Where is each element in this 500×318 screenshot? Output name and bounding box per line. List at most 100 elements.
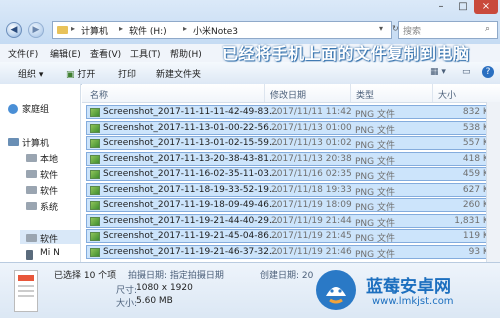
breadcrumb[interactable]: ▸ 计算机 ▸ 软件 (H:) ▸ 小米Note3 ▾ <box>52 21 392 39</box>
file-date: 2017/11/19 21:45 <box>271 231 352 241</box>
file-date: 2017/11/19 21:46 <box>271 246 352 257</box>
selection-count: 已选择 10 个项 <box>54 271 117 281</box>
file-type: PNG 文件 <box>355 218 395 229</box>
print-button[interactable]: 打印 <box>118 67 136 80</box>
file-date: 2017/11/18 19:33 <box>271 184 352 195</box>
command-bar: 组织 ▾ ▣ 打开 打印 新建文件夹 ▦ ▾ ▭ ? <box>0 62 500 85</box>
table-row[interactable]: Screenshot_2017-11-13-01-02-15-59... 2017… <box>86 136 500 151</box>
file-date: 2017/11/19 21:44 <box>271 215 352 226</box>
image-file-icon <box>90 123 100 133</box>
menu-file[interactable]: 文件(F) <box>8 47 38 60</box>
file-name: Screenshot_2017-11-18-19-33-52-19... <box>103 184 278 195</box>
file-date: 2017/11/16 02:35 <box>271 169 352 179</box>
file-type: PNG 文件 <box>355 249 395 260</box>
open-icon: ▣ <box>66 70 75 80</box>
image-file-icon <box>90 216 100 226</box>
help-icon[interactable]: ? <box>482 66 494 78</box>
file-name: Screenshot_2017-11-19-21-46-37-32... <box>103 246 278 257</box>
phone-icon <box>26 250 33 260</box>
nav-drive-software-3[interactable]: 软件 <box>40 232 58 245</box>
folder-icon <box>57 26 68 34</box>
file-name: Screenshot_2017-11-19-21-45-04-86... <box>103 231 278 241</box>
file-name: Screenshot_2017-11-13-20-38-43-81... <box>103 153 278 164</box>
nav-drive-software-2[interactable]: 软件 <box>40 184 58 197</box>
file-type: PNG 文件 <box>355 187 395 198</box>
search-placeholder: 搜索 <box>403 27 422 37</box>
breadcrumb-drive[interactable]: 软件 (H:) <box>129 24 167 37</box>
maximize-button[interactable]: □ <box>452 0 474 14</box>
preview-thumbnail <box>14 270 38 312</box>
image-file-icon <box>90 201 100 210</box>
column-name[interactable]: 名称 <box>90 88 108 101</box>
menu-tools[interactable]: 工具(T) <box>130 47 161 60</box>
table-row[interactable]: Screenshot_2017-11-19-21-46-37-32... 2017… <box>86 244 500 260</box>
file-date: 2017/11/19 18:09 <box>271 200 352 210</box>
file-name: Screenshot_2017-11-19-18-09-49-46... <box>103 200 278 210</box>
drive-icon <box>26 170 37 178</box>
drive-icon <box>26 186 37 194</box>
search-icon: ⌕ <box>485 24 491 34</box>
created-date: 创建日期: 20 <box>260 271 314 281</box>
drive-icon <box>26 234 37 242</box>
table-row[interactable]: Screenshot_2017-11-13-01-00-22-56... 2017… <box>86 120 500 136</box>
nav-device-mi-note[interactable]: Mi N <box>40 248 60 258</box>
nav-drive-software-1[interactable]: 软件 <box>40 168 58 181</box>
organize-button[interactable]: 组织 ▾ <box>18 67 43 80</box>
column-size[interactable]: 大小 <box>438 88 456 101</box>
minimize-button[interactable]: – <box>430 0 452 14</box>
forward-button[interactable]: ▶ <box>28 22 44 38</box>
nav-computer[interactable]: 计算机 <box>22 136 49 149</box>
preview-pane-icon[interactable]: ▭ <box>462 67 471 77</box>
image-file-icon <box>90 108 100 117</box>
computer-icon <box>8 138 19 146</box>
search-input[interactable]: 搜索 ⌕ <box>398 21 498 39</box>
menu-edit[interactable]: 编辑(E) <box>50 47 81 60</box>
image-file-icon <box>90 139 100 148</box>
chevron-down-icon[interactable]: ▾ <box>379 24 383 33</box>
column-header: 名称 修改日期 类型 大小 <box>82 84 500 103</box>
table-row[interactable]: Screenshot_2017-11-19-18-09-49-46... 2017… <box>86 198 500 213</box>
drive-icon <box>26 202 37 210</box>
file-type: PNG 文件 <box>355 141 395 151</box>
new-folder-button[interactable]: 新建文件夹 <box>156 67 201 80</box>
table-row[interactable]: Screenshot_2017-11-19-21-44-40-29... 2017… <box>86 213 500 229</box>
table-row[interactable]: Screenshot_2017-11-11-11-42-49-83... 2017… <box>86 105 500 120</box>
open-label: 打开 <box>77 70 96 80</box>
nav-drive-system[interactable]: 系统 <box>40 200 58 213</box>
open-button[interactable]: ▣ 打开 <box>66 67 95 80</box>
chevron-right-icon: ▸ <box>71 24 76 33</box>
watermark: 蓝莓安卓网 www.lmkjst.com <box>316 268 500 318</box>
menu-help[interactable]: 帮助(H) <box>170 47 202 60</box>
size-value: 5.60 MB <box>136 296 173 306</box>
table-row[interactable]: Screenshot_2017-11-16-02-35-11-03... 2017… <box>86 167 500 182</box>
breadcrumb-computer[interactable]: 计算机 <box>81 24 108 37</box>
image-file-icon <box>90 232 100 241</box>
file-date: 2017/11/13 20:38 <box>271 153 352 164</box>
table-row[interactable]: Screenshot_2017-11-18-19-33-52-19... 2017… <box>86 182 500 198</box>
file-type: PNG 文件 <box>355 172 395 182</box>
image-file-icon <box>90 247 100 257</box>
file-type: PNG 文件 <box>355 203 395 213</box>
close-button[interactable]: × <box>474 0 498 14</box>
nav-homegroup[interactable]: 家庭组 <box>22 102 49 115</box>
navigation-pane: 家庭组 计算机 本地 软件 软件 系统 软件 Mi N <box>0 84 81 262</box>
view-options-icon[interactable]: ▦ ▾ <box>430 67 446 77</box>
dimensions-value: 1080 x 1920 <box>136 283 193 293</box>
watermark-title: 蓝莓安卓网 <box>366 277 451 297</box>
table-row[interactable]: Screenshot_2017-11-13-20-38-43-81... 2017… <box>86 151 500 167</box>
back-button[interactable]: ◀ <box>6 22 22 38</box>
file-name: Screenshot_2017-11-13-01-00-22-56... <box>103 122 278 133</box>
file-type: PNG 文件 <box>355 110 395 120</box>
vertical-scrollbar[interactable] <box>486 102 500 262</box>
breadcrumb-folder[interactable]: 小米Note3 <box>193 24 238 37</box>
column-type[interactable]: 类型 <box>356 88 374 101</box>
menu-view[interactable]: 查看(V) <box>90 47 121 60</box>
file-date: 2017/11/13 01:00 <box>271 122 352 133</box>
table-row[interactable]: Screenshot_2017-11-19-21-45-04-86... 2017… <box>86 229 500 244</box>
file-name: Screenshot_2017-11-19-21-44-40-29... <box>103 215 278 226</box>
image-file-icon <box>90 185 100 195</box>
chevron-right-icon: ▸ <box>183 24 188 33</box>
size-label: 大小: <box>116 299 138 309</box>
nav-drive-local[interactable]: 本地 <box>40 152 58 165</box>
column-date[interactable]: 修改日期 <box>270 88 306 101</box>
